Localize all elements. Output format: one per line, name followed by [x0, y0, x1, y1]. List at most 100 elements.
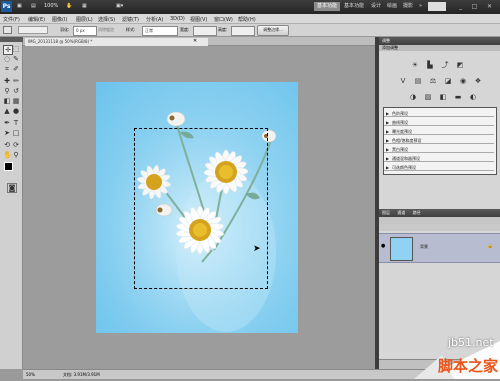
vibrance-icon[interactable]: V: [397, 77, 409, 86]
antialias-checkbox[interactable]: 消除锯齿: [98, 27, 114, 33]
menu-image[interactable]: 图像(I): [52, 16, 67, 23]
workspace-essentials[interactable]: 基本功能: [314, 2, 341, 11]
healing-brush-icon[interactable]: ✚: [3, 77, 11, 85]
close-document-icon[interactable]: ✕: [193, 38, 197, 44]
site-watermark: jb51.net 脚本之家: [402, 333, 500, 379]
workspace-design[interactable]: 设计: [368, 2, 384, 11]
clone-stamp-icon[interactable]: ⚲: [3, 87, 11, 95]
marquee-tool-icon[interactable]: ⬚: [12, 45, 20, 53]
hue-saturation-icon[interactable]: ▤: [412, 77, 424, 86]
feather-input[interactable]: 0 px: [73, 26, 97, 36]
gradient-tool-icon[interactable]: ▦: [12, 97, 20, 105]
lock-row[interactable]: [379, 224, 500, 231]
height-input[interactable]: [231, 26, 255, 36]
path-select-tool-icon[interactable]: ➤: [3, 129, 11, 137]
preset-curves[interactable]: ▶ 曲线预设: [384, 119, 494, 126]
type-tool-icon[interactable]: T: [12, 119, 20, 127]
quick-mask-icon[interactable]: ◙: [7, 183, 17, 193]
menu-view[interactable]: 视图(V): [190, 16, 207, 23]
menu-layer[interactable]: 图层(L): [76, 16, 93, 23]
menu-filter[interactable]: 滤镜(T): [122, 16, 139, 23]
adjustments-panel-tab[interactable]: 调整: [379, 37, 500, 45]
toolbox-grip[interactable]: [0, 37, 23, 42]
selection-mode-icons[interactable]: [18, 26, 48, 34]
3d-rotate-tool-icon[interactable]: ⟲: [3, 141, 11, 149]
preset-hue-saturation[interactable]: ▶ 色相/饱和度预设: [384, 137, 494, 144]
channel-mixer-icon[interactable]: ❖: [472, 77, 484, 86]
preset-selective-color[interactable]: ▶ 可选颜色预设: [384, 164, 494, 171]
levels-icon[interactable]: ▙: [424, 61, 436, 70]
menu-3d[interactable]: 3D(D): [170, 16, 185, 22]
rectangular-selection[interactable]: [134, 128, 268, 289]
foreground-color-swatch[interactable]: [4, 162, 13, 171]
preset-levels[interactable]: ▶ 色阶预设: [384, 110, 494, 117]
lasso-tool-icon[interactable]: ◌: [3, 55, 11, 63]
brush-tool-icon[interactable]: ✏: [12, 77, 20, 85]
crop-tool-icon[interactable]: ⌗: [3, 65, 11, 73]
hand-tool-icon[interactable]: ✋: [66, 3, 72, 9]
3d-orbit-tool-icon[interactable]: ⟳: [12, 141, 20, 149]
eraser-tool-icon[interactable]: ◧: [3, 97, 11, 105]
menu-edit[interactable]: 编辑(E): [28, 16, 45, 23]
brightness-icon[interactable]: ☀: [409, 61, 421, 70]
cs-live-search[interactable]: [428, 2, 446, 11]
rect-marquee-preset-icon[interactable]: [3, 26, 12, 34]
menu-file[interactable]: 文件(F): [3, 16, 20, 23]
hand-tool-icon[interactable]: ✋: [3, 151, 12, 159]
posterize-icon[interactable]: ▨: [422, 93, 434, 102]
black-white-icon[interactable]: ◪: [442, 77, 454, 86]
menu-window[interactable]: 窗口(W): [214, 16, 233, 23]
zoom-level-select[interactable]: 100%: [44, 3, 58, 9]
photo-filter-icon[interactable]: ◉: [457, 77, 469, 86]
document-tab[interactable]: IMG_20131118 @ 50%(RGB/8) *: [25, 38, 208, 46]
invert-icon[interactable]: ◑: [407, 93, 419, 102]
photo-canvas[interactable]: [96, 82, 298, 333]
mini-bridge-icon[interactable]: ▤: [31, 3, 36, 9]
layer-visibility-eye-icon[interactable]: ●: [381, 243, 385, 249]
bridge-icon[interactable]: ▣: [17, 3, 22, 9]
minimize-icon[interactable]: _: [455, 2, 466, 12]
blur-tool-icon[interactable]: ▲: [3, 107, 11, 115]
screen-mode-icon[interactable]: ▣▾: [116, 3, 123, 9]
exposure-icon[interactable]: ◩: [454, 61, 466, 70]
workspace-basic[interactable]: 基本功能: [341, 2, 367, 11]
arrange-documents-icon[interactable]: ▦: [82, 3, 87, 9]
layer-row-background[interactable]: ● 背景 🔒: [379, 233, 500, 263]
eyedropper-tool-icon[interactable]: ✐: [12, 65, 20, 73]
dodge-tool-icon[interactable]: ●: [12, 107, 20, 115]
width-input[interactable]: [193, 26, 217, 36]
gradient-map-icon[interactable]: ▬: [452, 93, 464, 102]
maximize-icon[interactable]: □: [469, 2, 480, 12]
zoom-tool-icon[interactable]: ⚲: [12, 151, 20, 159]
close-icon[interactable]: ✕: [484, 2, 495, 12]
workspace-more[interactable]: »: [416, 2, 425, 11]
style-select[interactable]: 正常: [142, 26, 178, 36]
layer-name[interactable]: 背景: [420, 244, 428, 250]
preset-channel-mixer[interactable]: ▶ 通道混和器预设: [384, 155, 494, 162]
threshold-icon[interactable]: ◧: [437, 93, 449, 102]
menu-select[interactable]: 选择(S): [98, 16, 115, 23]
tab-paths[interactable]: 路径: [413, 210, 421, 215]
shape-tool-icon[interactable]: □: [12, 129, 20, 137]
menu-help[interactable]: 帮助(H): [238, 16, 256, 23]
refine-edge-button[interactable]: 调整边缘...: [257, 25, 289, 36]
menu-analysis[interactable]: 分析(A): [146, 16, 163, 23]
history-brush-icon[interactable]: ↺: [12, 87, 20, 95]
workspace-painting[interactable]: 绘画: [384, 2, 400, 11]
zoom-readout[interactable]: 50%: [26, 372, 35, 377]
color-balance-icon[interactable]: ⚖: [427, 77, 439, 86]
tab-layers[interactable]: 图层: [382, 210, 390, 215]
pen-tool-icon[interactable]: ✒: [3, 119, 11, 127]
quick-select-tool-icon[interactable]: ✎: [12, 55, 20, 63]
selective-color-icon[interactable]: ◐: [467, 93, 479, 102]
preset-exposure[interactable]: ▶ 曝光度预设: [384, 128, 494, 135]
canvas-area[interactable]: ➤: [23, 46, 375, 369]
curves-icon[interactable]: ⤴: [439, 61, 451, 70]
layer-thumbnail: [390, 237, 413, 261]
blend-mode-row[interactable]: [379, 217, 500, 224]
preset-black-white[interactable]: ▶ 黑白预设: [384, 146, 494, 153]
workspace-photography[interactable]: 摄影: [400, 2, 416, 11]
layers-panel-tabs: 图层 通道 路径: [379, 209, 500, 217]
document-size-readout: 文档: 3.91M/3.91M: [63, 372, 100, 377]
tab-channels[interactable]: 通道: [397, 210, 405, 215]
